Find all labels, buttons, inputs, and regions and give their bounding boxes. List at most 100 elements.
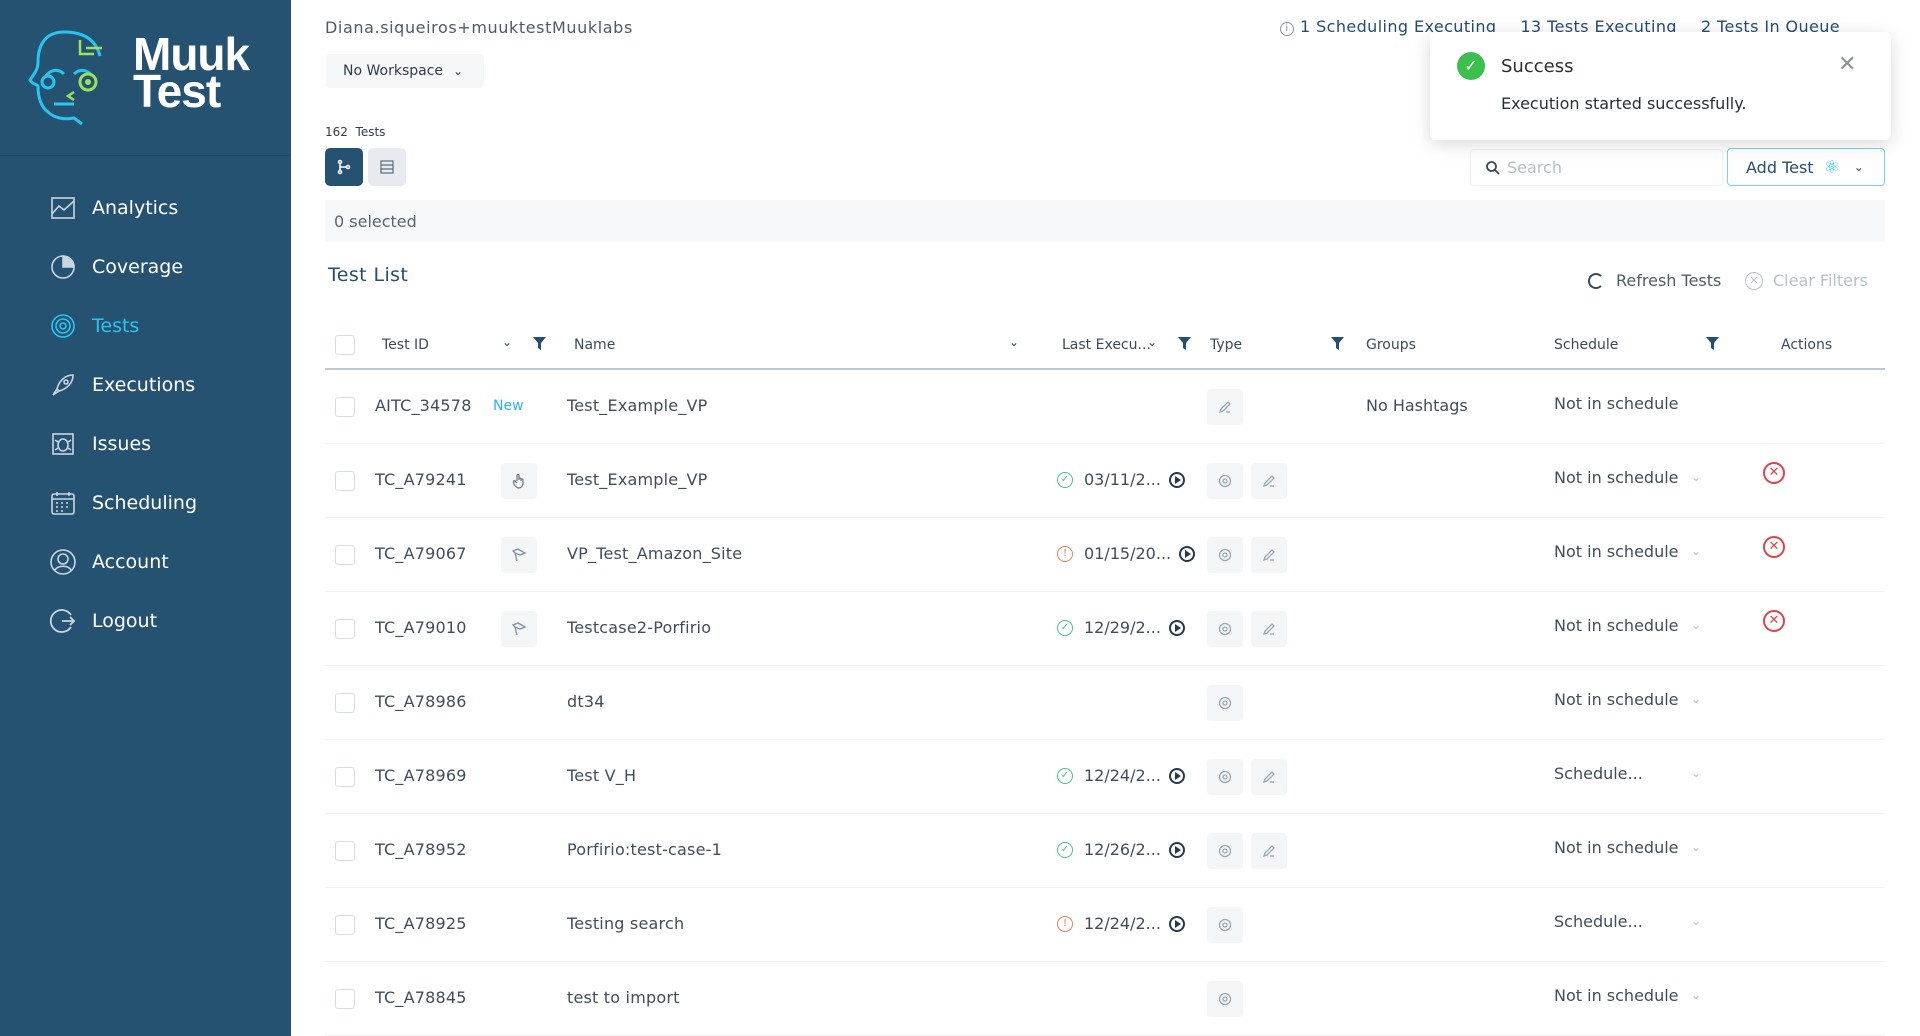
schedule-value[interactable]: Not in schedule xyxy=(1554,616,1679,635)
table-row[interactable]: TC_A79241 Test_Example_VP ✓ 03/11/2... Not i… xyxy=(325,444,1885,518)
schedule-value[interactable]: Not in schedule xyxy=(1554,542,1679,561)
sidebar-item-coverage[interactable]: Coverage xyxy=(0,237,291,296)
row-checkbox[interactable] xyxy=(335,989,355,1009)
filter-icon[interactable] xyxy=(1706,337,1719,351)
sidebar-item-scheduling[interactable]: Scheduling xyxy=(0,473,291,532)
play-icon[interactable] xyxy=(1168,619,1185,636)
play-icon[interactable] xyxy=(1168,471,1185,488)
test-name[interactable]: Testcase2-Porfirio xyxy=(567,618,711,637)
schedule-value[interactable]: Not in schedule xyxy=(1554,690,1679,709)
play-icon[interactable] xyxy=(1168,915,1185,932)
edit-type-button[interactable] xyxy=(1251,463,1287,499)
cancel-execution-icon[interactable]: ✕ xyxy=(1763,462,1785,484)
tree-view-button[interactable] xyxy=(325,148,363,186)
cancel-execution-icon[interactable]: ✕ xyxy=(1763,610,1785,632)
add-test-button[interactable]: Add Test ⚛ ⌄ xyxy=(1727,148,1885,186)
search-input[interactable]: Search xyxy=(1470,149,1723,186)
robot-type-button[interactable] xyxy=(1207,981,1243,1017)
select-all-checkbox[interactable] xyxy=(335,332,355,358)
chevron-down-icon[interactable]: ⌄ xyxy=(1691,692,1701,706)
column-schedule[interactable]: Schedule xyxy=(1554,332,1618,358)
row-checkbox[interactable] xyxy=(335,693,355,713)
workspace-select[interactable]: No Workspace ⌄ xyxy=(326,54,484,88)
robot-type-button[interactable] xyxy=(1207,907,1243,943)
row-checkbox[interactable] xyxy=(335,841,355,861)
robot-type-button[interactable] xyxy=(1207,685,1243,721)
schedule-value[interactable]: Not in schedule xyxy=(1554,468,1679,487)
sidebar-item-issues[interactable]: Issues xyxy=(0,414,291,473)
test-name[interactable]: Porfirio:test-case-1 xyxy=(567,840,722,859)
test-name[interactable]: test to import xyxy=(567,988,680,1007)
test-id[interactable]: TC_A79241 xyxy=(375,470,467,489)
table-row[interactable]: TC_A78845 test to import Not in schedule ⌄ xyxy=(325,962,1885,1036)
chevron-down-icon[interactable]: ⌄ xyxy=(1691,544,1701,558)
column-last-execution[interactable]: Last Execu... xyxy=(1062,332,1151,358)
chevron-down-icon[interactable]: ⌄ xyxy=(1691,470,1701,484)
edit-type-button[interactable] xyxy=(1251,833,1287,869)
filter-icon[interactable] xyxy=(1331,337,1344,351)
sidebar-item-tests[interactable]: Tests xyxy=(0,296,291,355)
test-id[interactable]: TC_A78925 xyxy=(375,914,467,933)
test-id[interactable]: TC_A79010 xyxy=(375,618,467,637)
robot-type-button[interactable] xyxy=(1207,611,1243,647)
chevron-down-icon[interactable]: ⌄ xyxy=(1009,335,1019,349)
close-icon[interactable]: ✕ xyxy=(1838,52,1856,77)
column-test-id[interactable]: Test ID xyxy=(382,332,429,358)
test-name[interactable]: Test_Example_VP xyxy=(567,396,708,415)
test-name[interactable]: Testing search xyxy=(567,914,684,933)
filter-icon[interactable] xyxy=(533,337,546,351)
filter-icon[interactable] xyxy=(1178,337,1191,351)
test-name[interactable]: dt34 xyxy=(567,692,605,711)
row-checkbox[interactable] xyxy=(335,471,355,491)
table-row[interactable]: TC_A78969 Test V_H ✓ 12/24/2... Schedule... ⌄ xyxy=(325,740,1885,814)
schedule-value[interactable]: Not in schedule xyxy=(1554,838,1679,857)
sidebar-item-analytics[interactable]: Analytics xyxy=(0,178,291,237)
edit-type-button[interactable] xyxy=(1251,611,1287,647)
table-row[interactable]: TC_A78986 dt34 Not in schedule ⌄ xyxy=(325,666,1885,740)
test-id[interactable]: TC_A79067 xyxy=(375,544,467,563)
play-icon[interactable] xyxy=(1168,767,1185,784)
checkbox[interactable] xyxy=(335,335,355,355)
schedule-value[interactable]: Schedule... xyxy=(1554,912,1643,931)
edit-type-button[interactable] xyxy=(1251,537,1287,573)
test-type-button[interactable] xyxy=(501,611,537,647)
chevron-down-icon[interactable]: ⌄ xyxy=(502,335,512,349)
schedule-value[interactable]: Schedule... xyxy=(1554,764,1643,783)
column-name[interactable]: Name xyxy=(574,332,615,358)
chevron-down-icon[interactable]: ⌄ xyxy=(1691,766,1701,780)
test-id[interactable]: TC_A78952 xyxy=(375,840,467,859)
chevron-down-icon[interactable]: ⌄ xyxy=(1691,988,1701,1002)
schedule-value[interactable]: Not in schedule xyxy=(1554,986,1679,1005)
test-name[interactable]: VP_Test_Amazon_Site xyxy=(567,544,742,563)
column-type[interactable]: Type xyxy=(1210,332,1242,358)
table-view-button[interactable] xyxy=(368,148,406,186)
sidebar-item-logout[interactable]: Logout xyxy=(0,591,291,650)
table-row[interactable]: TC_A78925 Testing search! 12/24/2... Schedu… xyxy=(325,888,1885,962)
chevron-down-icon[interactable]: ⌄ xyxy=(1691,914,1701,928)
logo[interactable]: Muuk Test xyxy=(0,0,291,156)
robot-type-button[interactable] xyxy=(1207,759,1243,795)
table-row[interactable]: TC_A78952 Porfirio:test-case-1 ✓ 12/26/2...… xyxy=(325,814,1885,888)
test-id[interactable]: AITC_34578 xyxy=(375,396,472,415)
sidebar-item-executions[interactable]: Executions xyxy=(0,355,291,414)
column-groups[interactable]: Groups xyxy=(1366,332,1416,358)
row-checkbox[interactable] xyxy=(335,397,355,417)
refresh-tests-button[interactable]: Refresh Tests xyxy=(1588,271,1721,290)
test-type-button[interactable] xyxy=(501,463,537,499)
robot-type-button[interactable] xyxy=(1207,833,1243,869)
test-name[interactable]: Test V_H xyxy=(567,766,636,785)
test-name[interactable]: Test_Example_VP xyxy=(567,470,708,489)
chevron-down-icon[interactable]: ⌄ xyxy=(1691,618,1701,632)
row-checkbox[interactable] xyxy=(335,767,355,787)
test-id[interactable]: TC_A78969 xyxy=(375,766,467,785)
row-checkbox[interactable] xyxy=(335,915,355,935)
test-id[interactable]: TC_A78845 xyxy=(375,988,467,1007)
cancel-execution-icon[interactable]: ✕ xyxy=(1763,536,1785,558)
test-id[interactable]: TC_A78986 xyxy=(375,692,467,711)
row-checkbox[interactable] xyxy=(335,545,355,565)
table-row[interactable]: TC_A79067 VP_Test_Amazon_Site! 01/15/20...… xyxy=(325,518,1885,592)
edit-type-button[interactable] xyxy=(1207,389,1243,425)
robot-type-button[interactable] xyxy=(1207,463,1243,499)
play-icon[interactable] xyxy=(1179,545,1196,562)
edit-type-button[interactable] xyxy=(1251,759,1287,795)
